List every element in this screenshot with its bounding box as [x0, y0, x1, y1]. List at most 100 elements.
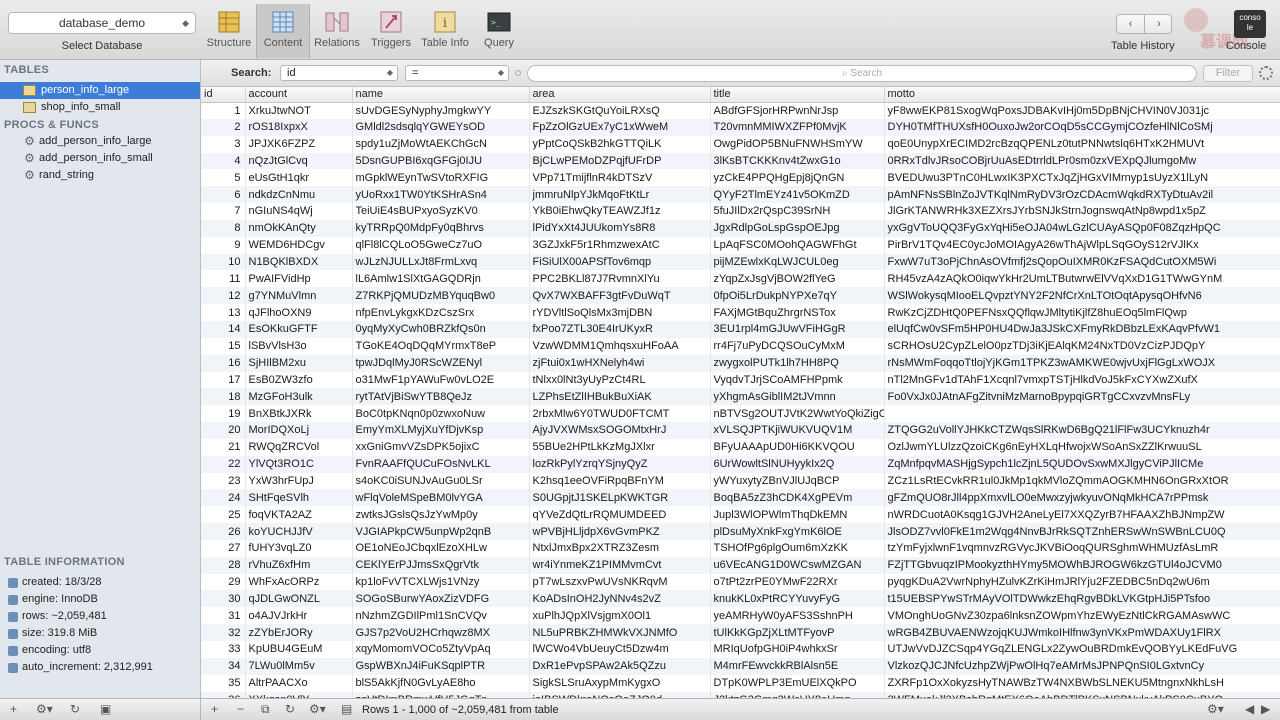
cell-motto[interactable]: tzYmFyjxlwnF1vqmnvzRGVycJKVBiOoqQURSghmW… [884, 539, 1280, 557]
add-icon[interactable]: + [10, 702, 17, 716]
cell-area[interactable]: VzwWDMM1QmhqsxuHFoAA [529, 337, 711, 355]
cell-name[interactable]: TGoKE4OqDQqMYrmxT8eP [352, 337, 530, 355]
cell-area[interactable]: wPVBjHLljdpX6vGvmPKZ [529, 523, 711, 540]
cell-motto[interactable]: VMOnghUoGNvZ30zpa6lnksnZOWpmYhzEWyEzNtlC… [884, 607, 1280, 625]
cell-name[interactable]: lL6Amlw1SlXtGAGQDRjn [352, 270, 530, 288]
cell-title[interactable]: yzCkE4PPQHgEpj8jQnGN [710, 169, 885, 187]
cell-id[interactable]: 16 [201, 354, 246, 372]
cell-id[interactable]: 31 [201, 607, 246, 625]
cell-name[interactable]: spdy1uZjMoWtAEKChGcN [352, 135, 530, 153]
sidebar-item-add-person-info-large[interactable]: ⚙ add_person_info_large [0, 133, 200, 150]
cell-title[interactable]: MRIqUofpGH0iP4whkxSr [710, 641, 885, 658]
cell-title[interactable]: TSHOfPg6plgOum6mXzKK [710, 539, 885, 557]
cell-name[interactable]: qlFl8lCQLoO5GweCz7uO [352, 236, 530, 254]
cell-area[interactable]: KoADsInOH2JyNNv4s2vZ [529, 590, 711, 608]
cell-account[interactable]: fUHY3vqLZ0 [245, 539, 353, 557]
cell-title[interactable]: rr4Fj7uPyDCQSOuCyMxM [710, 337, 885, 355]
cell-id[interactable]: 22 [201, 455, 246, 473]
table-row[interactable]: 24 SHtFqeSVlh wFlqVoleMSpeBM0lvYGA S0UGpjtJ… [201, 489, 1280, 507]
cell-name[interactable]: OE1oNEoJCbqxlEzoXHLw [352, 539, 530, 557]
cell-account[interactable]: qJDLGwONZL [245, 590, 353, 608]
cell-account[interactable]: rVhuZ6xfHm [245, 556, 353, 574]
cell-motto[interactable]: ZCz1LsRtECvkRR1ul0JkMp1qkMVloZQmmAOGKMHN… [884, 472, 1280, 490]
cell-area[interactable]: fxPoo7ZTL30E4IrUKyxR [529, 320, 711, 338]
cell-area[interactable]: zjFtui0x1wHXNelyh4wi [529, 354, 711, 372]
cell-id[interactable]: 11 [201, 270, 246, 288]
cell-account[interactable]: SHtFqeSVlh [245, 489, 353, 507]
cell-id[interactable]: 19 [201, 405, 246, 423]
table-row[interactable]: 27 fUHY3vqLZ0 OE1oNEoJCbqxlEzoXHLw NtxlJmxB… [201, 539, 1280, 557]
toggle-info-icon[interactable]: ▣ [100, 702, 111, 716]
cell-title[interactable]: OwgPidOP5BNuFNWHSmYW [710, 135, 885, 153]
cell-title[interactable]: zwygxolPUTk1lh7HH8PQ [710, 354, 885, 372]
cell-account[interactable]: lSBvVlsH3o [245, 337, 353, 355]
cell-motto[interactable]: RH45vzA4zAQkO0iqwYkHr2UmLTButwrwElVVqXxD… [884, 270, 1280, 288]
triggers-button[interactable]: Triggers [364, 4, 418, 58]
cell-account[interactable]: YxW3hrFUpJ [245, 472, 353, 490]
cell-name[interactable]: 5DsnGUPBI6xqGFGj0IJU [352, 152, 530, 170]
table-row[interactable]: 17 EsB0ZW3zfo o31MwF1pYAWuFw0vLO2E tNlxx0lN… [201, 371, 1280, 389]
column-header-account[interactable]: account [245, 87, 353, 103]
cell-name[interactable]: sUvDGESyNyphyJmgkwYY [352, 102, 530, 119]
back-arrow-icon[interactable]: ‹ [1117, 15, 1145, 33]
cell-name[interactable]: rytTAtVjBiSwYTB8QeJz [352, 388, 530, 406]
cell-id[interactable]: 34 [201, 657, 246, 675]
cell-id[interactable]: 25 [201, 506, 246, 524]
cell-title[interactable]: 5fuJIlDx2rQspC39SrNH [710, 203, 885, 220]
cell-title[interactable]: T20vmnMMIWXZFPf0MvjK [710, 118, 885, 136]
query-button[interactable]: >_ Query [472, 4, 526, 58]
cell-title[interactable]: 6UrWowltSlNUHyykIx2Q [710, 455, 885, 473]
table-row[interactable]: 30 qJDLGwONZL SOGoSBurwYAoxZizVDFG KoADsInO… [201, 590, 1280, 608]
column-header-motto[interactable]: motto [884, 87, 1280, 103]
cell-account[interactable]: BnXBtkJXRk [245, 405, 353, 423]
cell-name[interactable]: 0yqMyXyCwh0BRZkfQs0n [352, 320, 530, 338]
cell-name[interactable]: nfpEnvLykgxKDzCszSrx [352, 304, 530, 321]
cell-title[interactable]: knukKL0xPtRCYYuvyFyG [710, 590, 885, 608]
cell-title[interactable]: 3EU1rpl4mGJUwVFiHGgR [710, 320, 885, 338]
table-row[interactable]: 19 BnXBtkJXRk BoC0tpKNqn0p0zwxoNuw 2rbxMlw6… [201, 405, 1280, 423]
cell-account[interactable]: nmOkKAnQty [245, 219, 353, 237]
table-row[interactable]: 9 WEMD6HDCgv qlFl8lCQLoO5GweCz7uO 3GZJxkF5r… [201, 236, 1280, 254]
cell-motto[interactable]: DYH0TMfTHUXsfH0OuxoJw2orCOqD5sCCGymjCOzf… [884, 118, 1280, 136]
structure-button[interactable]: Structure [202, 4, 256, 58]
table-row[interactable]: 7 nGIuNS4qWj TeiUiE4sBUPxyoSyzKV0 YkB0iEhwQ… [201, 203, 1280, 220]
cell-motto[interactable]: PirBrV1TQv4EC0ycJoMOIAgyA26wThAjWlpLSqGO… [884, 236, 1280, 254]
cell-account[interactable]: MorIDQXoLj [245, 422, 353, 439]
cell-title[interactable]: FAXjMGtBquZhrgrNSTox [710, 304, 885, 321]
cell-name[interactable]: VJGIAPkpCW5unpWp2qnB [352, 523, 530, 540]
cell-account[interactable]: rOS18IxpxX [245, 118, 353, 136]
cell-motto[interactable]: OzlJwmYLUlzzQzoiCKg6nEyHXLqHfwojxWSoAnSx… [884, 438, 1280, 456]
table-row[interactable]: 6 ndkdzCnNmu yUoRxx1TW0YtKSHrASn4 jmmruNlpY… [201, 186, 1280, 204]
cell-id[interactable]: 4 [201, 152, 246, 170]
cell-id[interactable]: 14 [201, 320, 246, 338]
cell-motto[interactable]: JlGrKTANWRHk3XEZXrsJYrbSNJkStrnJognswqAt… [884, 203, 1280, 220]
cell-name[interactable]: CEKlYErPJJmsSxQgrVtk [352, 556, 530, 574]
cell-id[interactable]: 1 [201, 102, 246, 119]
cell-title[interactable]: 0fpOi5LrDukpNYPXe7qY [710, 287, 885, 305]
cell-name[interactable]: s4oKC0iSUNJvAuGu0LSr [352, 472, 530, 490]
forward-arrow-icon[interactable]: › [1145, 15, 1173, 33]
cell-title[interactable]: yXhgmAsGiblIM2tJVmnn [710, 388, 885, 406]
cell-id[interactable]: 2 [201, 118, 246, 136]
cell-account[interactable]: WEMD6HDCgv [245, 236, 353, 254]
sidebar-item-add-person-info-small[interactable]: ⚙ add_person_info_small [0, 150, 200, 167]
cell-area[interactable]: BjCLwPEMoDZPqjfUFrDP [529, 152, 711, 170]
sidebar-item-person-info-large[interactable]: person_info_large [0, 82, 200, 99]
cell-id[interactable]: 8 [201, 219, 246, 237]
table-row[interactable]: 11 PwAIFVidHp lL6Amlw1SlXtGAGQDRjn PPC2BKLl… [201, 270, 1280, 288]
table-row[interactable]: 35 AltrPAACXo blS5AkKjfN0GvLyAE8ho SigkSLSr… [201, 674, 1280, 692]
cell-account[interactable]: o4AJVJrkHr [245, 607, 353, 625]
table-row[interactable]: 4 nQzJtGlCvq 5DsnGUPBI6xqGFGj0IJU BjCLwPEMo… [201, 152, 1280, 170]
cell-account[interactable]: eUsGtH1qkr [245, 169, 353, 187]
cell-id[interactable]: 12 [201, 287, 246, 305]
cell-id[interactable]: 6 [201, 186, 246, 204]
column-header-name[interactable]: name [352, 87, 530, 103]
cell-id[interactable]: 23 [201, 472, 246, 490]
table-row[interactable]: 33 KpUBU4GEuM xqyMomomVOCo5ZtyVpAq lWCWo4Vb… [201, 641, 1280, 658]
cell-name[interactable]: mGpklWEynTwSVtoRXFIG [352, 169, 530, 187]
cell-motto[interactable]: FZjTTGbvuqzIPMookyzthHYmy5MOWhBJROGW6kzG… [884, 556, 1280, 574]
table-row[interactable]: 5 eUsGtH1qkr mGpklWEynTwSVtoRXFIG VPp71Tmij… [201, 169, 1280, 187]
refresh-icon[interactable]: ↻ [70, 702, 80, 716]
cell-title[interactable]: yeAMRHyW0yAFS3SshnPH [710, 607, 885, 625]
cell-title[interactable]: pijMZEwlxKqLWJCUL0eg [710, 253, 885, 271]
